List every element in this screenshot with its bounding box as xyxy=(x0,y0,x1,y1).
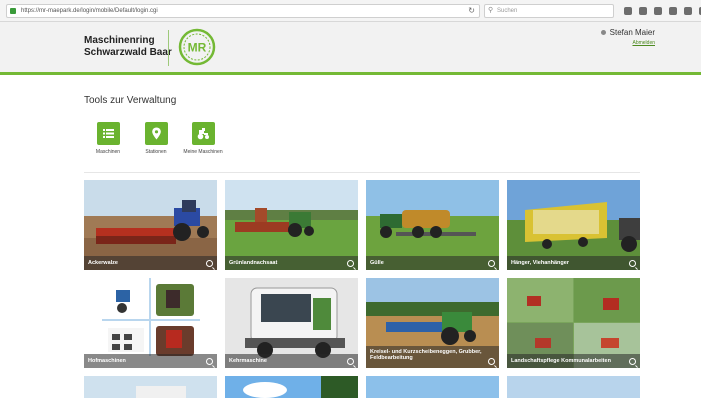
tools-heading: Tools zur Verwaltung xyxy=(84,95,177,106)
zoom-icon[interactable] xyxy=(206,358,213,365)
logo-text: MR xyxy=(188,41,207,55)
tool-label: Maschinen xyxy=(95,149,121,155)
card-caption: Hofmaschinen xyxy=(84,354,217,368)
card-title: Gülle xyxy=(370,260,384,266)
zoom-icon[interactable] xyxy=(629,260,636,267)
category-card-kehrmaschine[interactable]: Kehrmaschine xyxy=(225,278,358,368)
tractor-icon xyxy=(191,122,215,145)
download-icon[interactable] xyxy=(669,7,677,15)
category-card-partial-4[interactable] xyxy=(507,376,640,398)
card-caption: Ackerwalze xyxy=(84,256,217,270)
user-menu: Stefan Maier Abmelden xyxy=(600,28,655,46)
url-text: https://mr-maepark.de/login/mobile/Defau… xyxy=(21,8,158,14)
card-caption: Hänger, Viehanhänger xyxy=(507,256,640,270)
card-caption: Gülle xyxy=(366,256,499,270)
category-card-guelle[interactable]: Gülle xyxy=(366,180,499,270)
category-card-partial-1[interactable] xyxy=(84,376,217,398)
map-pin-icon xyxy=(144,122,168,145)
logout-link[interactable]: Abmelden xyxy=(601,40,655,46)
pocket-icon[interactable] xyxy=(654,7,662,15)
lock-icon xyxy=(10,8,16,14)
user-icon xyxy=(600,30,606,36)
profile-icon[interactable] xyxy=(684,7,692,15)
user-name[interactable]: Stefan Maier xyxy=(600,28,655,37)
zoom-icon[interactable] xyxy=(488,260,495,267)
card-title: Landschaftspflege Kommunalarbeiten xyxy=(511,358,611,364)
brand-separator xyxy=(168,30,169,66)
card-title: Hänger, Viehanhänger xyxy=(511,260,569,266)
page: https://mr-maepark.de/login/mobile/Defau… xyxy=(0,0,701,398)
toolbar-icons xyxy=(624,4,701,18)
section-divider xyxy=(84,172,640,173)
partial-photo-3 xyxy=(366,376,499,398)
card-title: Ackerwalze xyxy=(88,260,118,266)
category-card-ackerwalze[interactable]: Ackerwalze xyxy=(84,180,217,270)
tool-meine-maschinen[interactable]: Meine Maschinen xyxy=(178,122,228,156)
star-icon[interactable] xyxy=(624,7,632,15)
address-bar[interactable]: https://mr-maepark.de/login/mobile/Defau… xyxy=(6,4,480,18)
mr-logo[interactable]: MR xyxy=(178,28,216,66)
zoom-icon[interactable] xyxy=(629,358,636,365)
zoom-icon[interactable] xyxy=(347,260,354,267)
list-icon xyxy=(96,122,120,145)
search-placeholder: Suchen xyxy=(497,8,518,14)
partial-photo-2 xyxy=(225,376,358,398)
category-card-landschaftspflege[interactable]: Landschaftspflege Kommunalarbeiten xyxy=(507,278,640,368)
reload-icon[interactable]: ↻ xyxy=(468,5,475,17)
card-title: Kreisel- und Kurzscheibeneggen, Grubber,… xyxy=(370,349,482,361)
card-title: Kehrmaschine xyxy=(229,358,267,364)
header-accent-line xyxy=(0,72,701,75)
partial-photo-1 xyxy=(84,376,217,398)
category-card-haenger[interactable]: Hänger, Viehanhänger xyxy=(507,180,640,270)
brand-line-1: Maschinenring xyxy=(84,35,155,46)
search-icon: ⚲ xyxy=(488,7,494,14)
tool-label: Meine Maschinen xyxy=(183,149,223,155)
brand-line-2: Schwarzwald Baar xyxy=(84,47,172,58)
category-card-hofmaschinen[interactable]: Hofmaschinen xyxy=(84,278,217,368)
card-title: Hofmaschinen xyxy=(88,358,126,364)
card-caption: Grünlandnachsaat xyxy=(225,256,358,270)
user-name-text: Stefan Maier xyxy=(609,28,655,37)
brand-name[interactable]: Maschinenring Schwarzwald Baar xyxy=(84,35,172,59)
partial-photo-4 xyxy=(507,376,640,398)
zoom-icon[interactable] xyxy=(206,260,213,267)
category-card-partial-3[interactable] xyxy=(366,376,499,398)
card-caption: Landschaftspflege Kommunalarbeiten xyxy=(507,354,640,368)
bookmarks-icon[interactable] xyxy=(639,7,647,15)
category-card-gruenlandnachsaat[interactable]: Grünlandnachsaat xyxy=(225,180,358,270)
tool-maschinen[interactable]: Maschinen xyxy=(83,122,133,156)
card-caption: Kehrmaschine xyxy=(225,354,358,368)
browser-search-input[interactable]: ⚲ Suchen xyxy=(484,4,614,18)
tool-stationen[interactable]: Stationen xyxy=(131,122,181,156)
tool-label: Stationen xyxy=(145,149,167,155)
zoom-icon[interactable] xyxy=(488,358,495,365)
card-title: Grünlandnachsaat xyxy=(229,260,278,266)
zoom-icon[interactable] xyxy=(347,358,354,365)
browser-toolbar: https://mr-maepark.de/login/mobile/Defau… xyxy=(0,0,701,22)
category-card-kreiseleggen[interactable]: Kreisel- und Kurzscheibeneggen, Grubber,… xyxy=(366,278,499,368)
category-card-partial-2[interactable] xyxy=(225,376,358,398)
card-caption: Kreisel- und Kurzscheibeneggen, Grubber,… xyxy=(366,346,499,368)
